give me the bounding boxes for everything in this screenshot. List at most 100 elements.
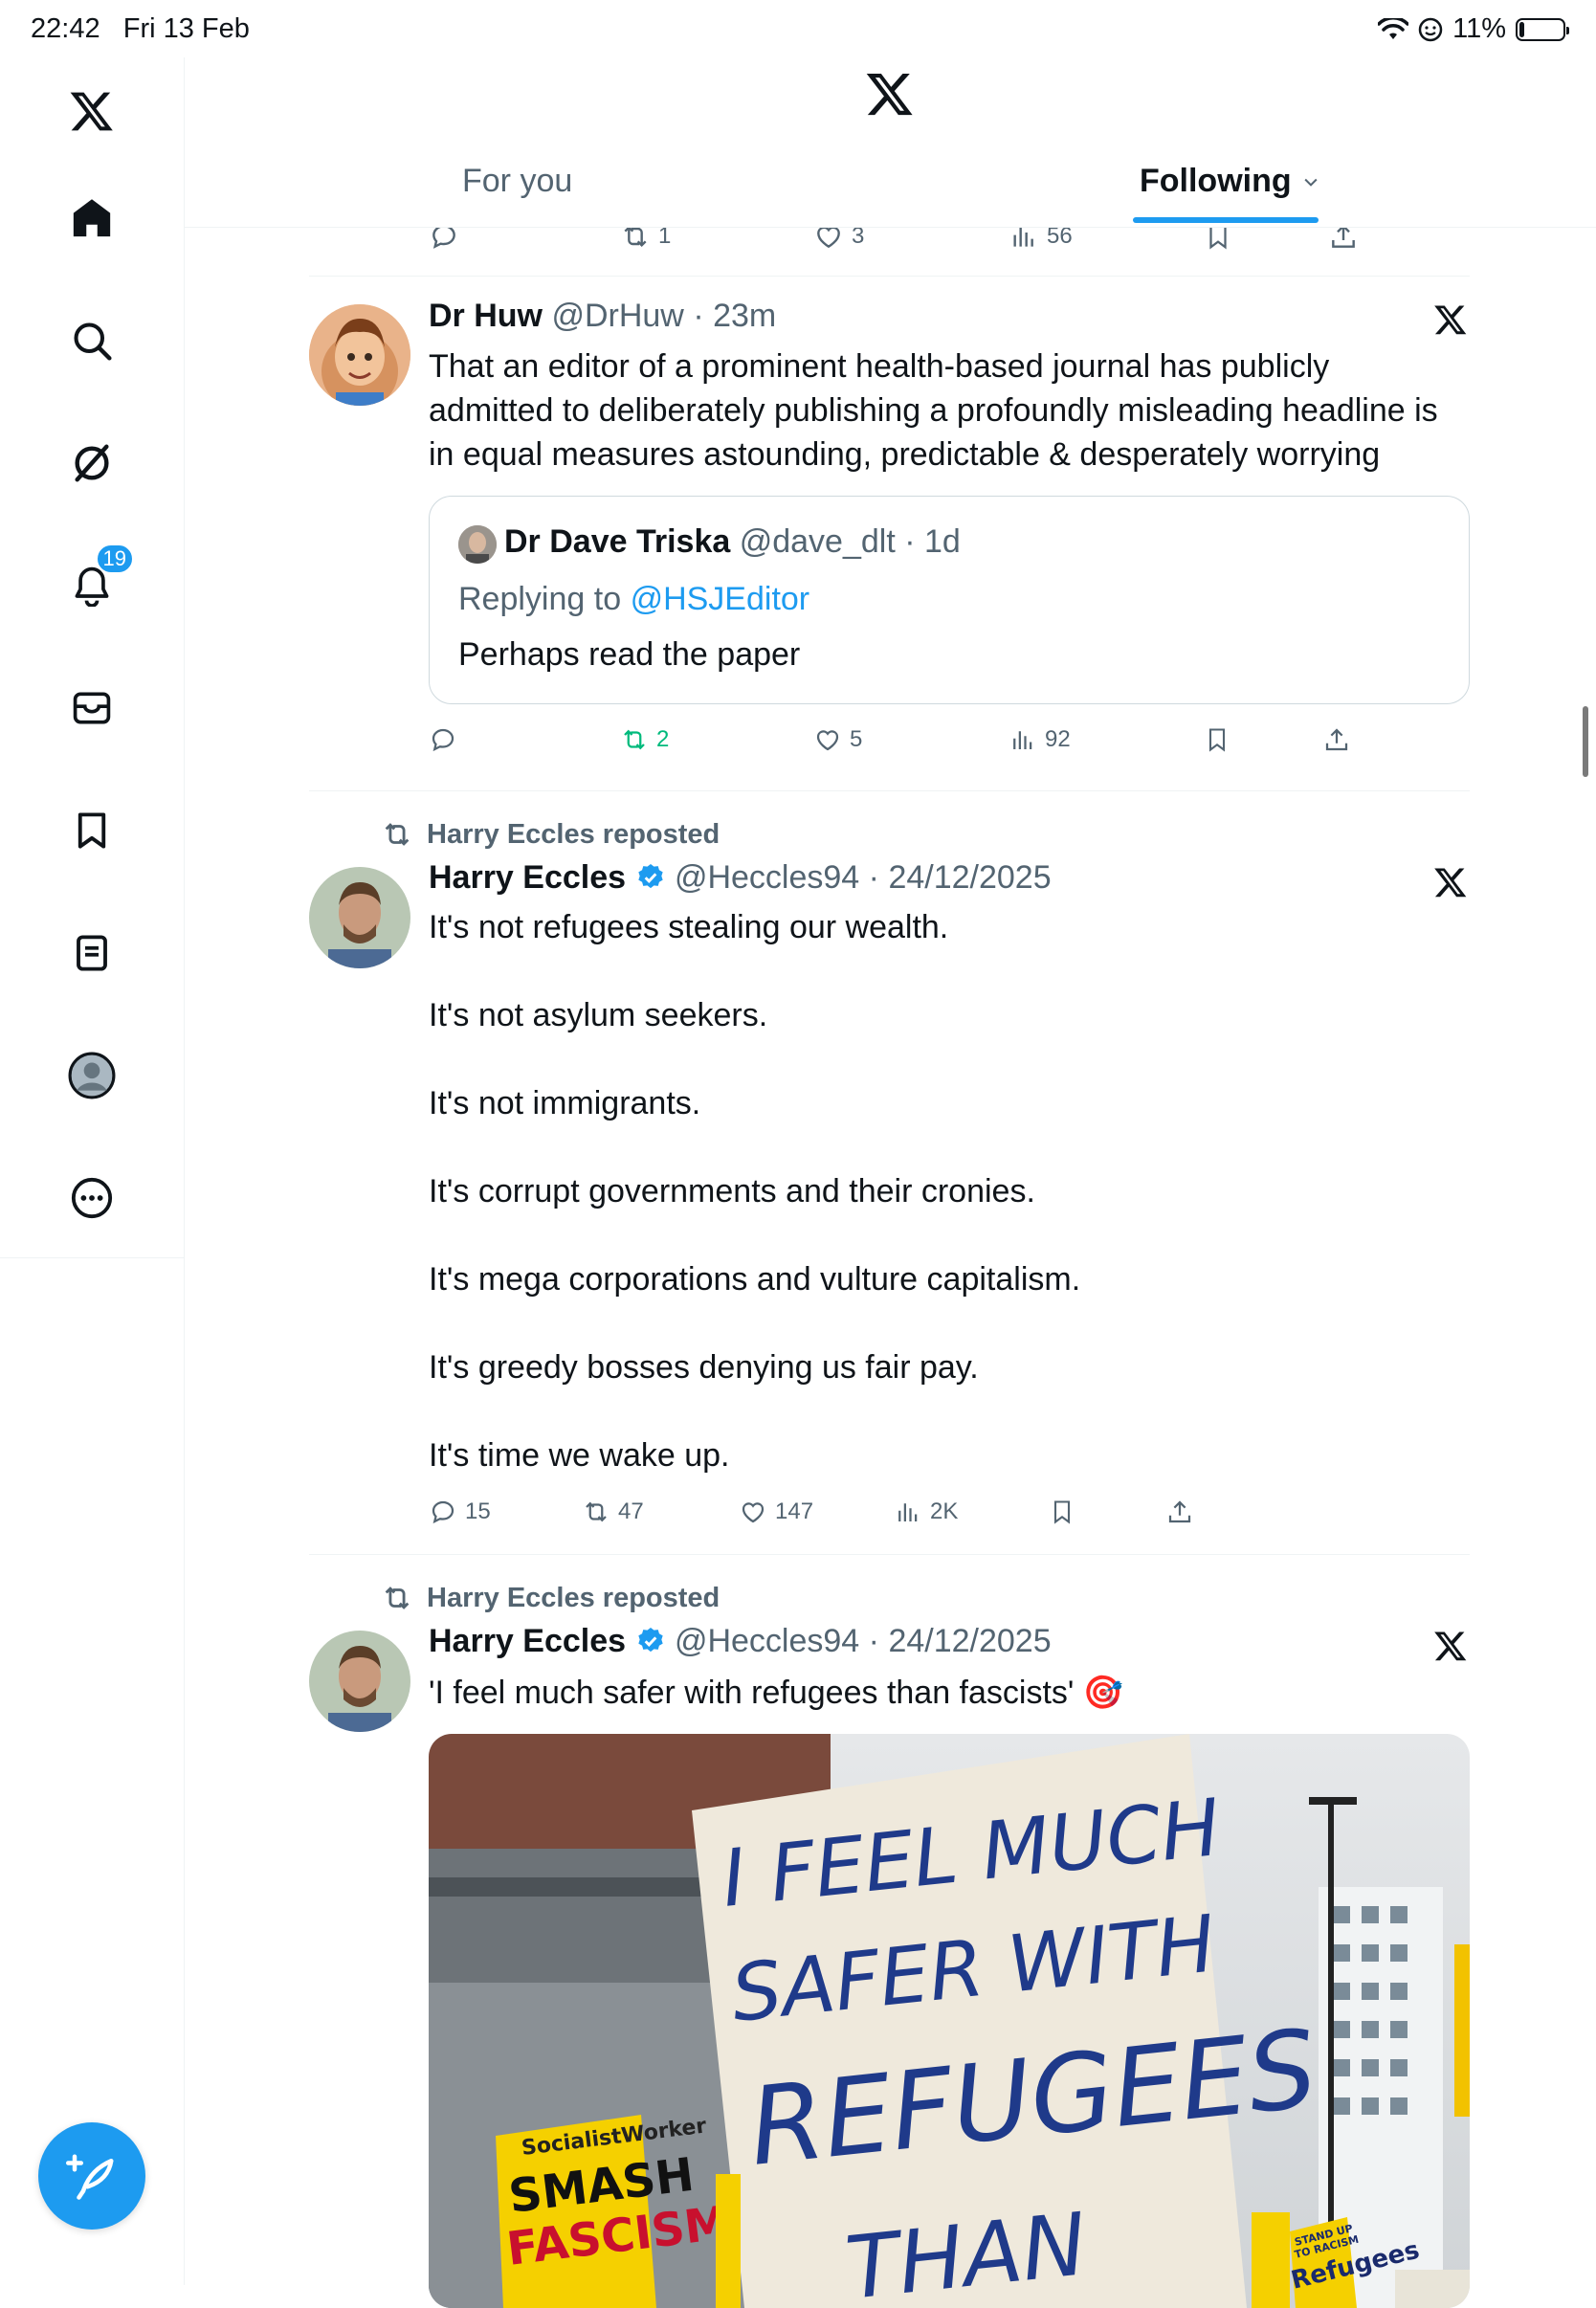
tweet-text: 'I feel much safer with refugees than fa… [429, 1671, 1481, 1715]
author-name[interactable]: Harry Eccles [429, 859, 626, 896]
replying-prefix: Replying to [458, 581, 622, 617]
sidebar-item-explore[interactable] [61, 310, 122, 371]
like-count: 147 [775, 1498, 814, 1524]
sidebar-item-notifications[interactable]: 19 [61, 544, 134, 616]
quoted-replying: Replying to @HSJEditor [458, 581, 809, 618]
bookmark-button[interactable] [1049, 1498, 1075, 1525]
sidebar-item-profile[interactable] [61, 1045, 122, 1106]
tweet-text-line: admitted to deliberately publishing a pr… [429, 392, 1438, 429]
top-header: For you Following [185, 57, 1596, 228]
tab-for-you[interactable]: For you [462, 163, 572, 200]
replying-to-link[interactable]: @HSJEditor [631, 581, 810, 617]
chevron-down-icon [1304, 178, 1318, 187]
focus-face-icon [1418, 17, 1443, 41]
tweet-paragraph: It's time we wake up. [429, 1437, 730, 1474]
quoted-tweet[interactable]: Dr Dave Triska @dave_dlt · 1d Replying t… [429, 496, 1470, 704]
views-button[interactable]: 2K [894, 1498, 958, 1526]
bookmark-icon [78, 812, 106, 849]
repost-icon [385, 823, 410, 846]
reply-icon [432, 728, 454, 752]
repost-button[interactable]: 47 [582, 1498, 644, 1526]
sidebar-item-bookmarks[interactable] [61, 800, 122, 861]
tweet-text-content: 'I feel much safer with refugees than fa… [429, 1675, 1075, 1711]
sidebar-divider [0, 1257, 184, 1258]
share-icon [1168, 1500, 1191, 1523]
tweet-paragraph: It's not refugees stealing our wealth. [429, 909, 949, 945]
sidebar-item-grok[interactable] [61, 433, 122, 494]
tweet-text-line: That an editor of a prominent health-bas… [429, 348, 1330, 385]
views-icon [1013, 731, 1032, 749]
search-icon [74, 322, 112, 361]
quoted-author-handle: @dave_dlt [739, 523, 896, 560]
verified-badge-icon [637, 864, 663, 889]
compose-post-button[interactable] [38, 2122, 145, 2230]
like-button[interactable]: 5 [813, 725, 862, 754]
tweet-paragraph: It's not immigrants. [429, 1085, 701, 1121]
quoted-text: Perhaps read the paper [458, 636, 801, 673]
tweet-time[interactable]: 23m [713, 298, 776, 334]
reply-count: 15 [465, 1498, 491, 1524]
sidebar: 19 [0, 57, 185, 2285]
heart-icon [816, 730, 839, 751]
x-logo-icon [70, 92, 113, 131]
views-button[interactable]: 92 [1009, 725, 1071, 754]
tweet-time[interactable]: 24/12/2025 [888, 859, 1051, 896]
active-tab-indicator [1133, 217, 1319, 223]
compose-feather-icon [66, 2154, 114, 2200]
x-logo[interactable] [61, 80, 122, 142]
bookmark-icon [1208, 728, 1226, 752]
avatar-harry-eccles[interactable] [309, 1631, 410, 1732]
tweet-header: Harry Eccles @Heccles94 · 24/12/2025 [429, 1623, 1052, 1659]
avatar-dr-huw[interactable] [309, 304, 410, 406]
author-name[interactable]: Harry Eccles [429, 1623, 626, 1659]
battery-icon [1516, 17, 1569, 41]
sidebar-item-lists[interactable] [61, 922, 122, 984]
repost-label[interactable]: Harry Eccles reposted [381, 818, 720, 851]
views-icon [898, 1503, 918, 1521]
author-handle[interactable]: @Heccles94 [675, 859, 859, 896]
tweet-actions: 15 47 147 2K [429, 1495, 1481, 1529]
avatar-illustration [309, 304, 410, 406]
x-grok-icon[interactable] [1433, 302, 1468, 337]
quoted-time: 1d [924, 523, 961, 560]
like-button[interactable]: 147 [739, 1498, 813, 1526]
bookmark-button[interactable] [1204, 726, 1230, 753]
tweet-divider [309, 1554, 1470, 1555]
tweet-text: It's not refugees stealing our wealth. I… [429, 905, 1481, 1477]
x-logo-header-icon [866, 73, 913, 116]
tweet-image[interactable]: I FEEL MUCH SAFER WITH REFUGEES THAN Soc… [429, 1734, 1470, 2308]
share-icon [1325, 728, 1348, 751]
repost-label-text: Harry Eccles reposted [427, 818, 720, 850]
profile-icon [68, 1052, 116, 1099]
battery-percent: 11% [1452, 13, 1506, 44]
tweet-time[interactable]: 24/12/2025 [888, 1623, 1051, 1659]
lists-icon [77, 935, 107, 971]
reply-button[interactable]: 15 [429, 1498, 491, 1526]
tab-following[interactable]: Following [1140, 163, 1320, 200]
repost-icon [586, 1501, 607, 1522]
avatar-harry-eccles[interactable] [309, 867, 410, 968]
repost-label[interactable]: Harry Eccles reposted [381, 1582, 720, 1614]
scrollbar-thumb[interactable] [1583, 706, 1588, 777]
x-grok-icon[interactable] [1433, 1629, 1468, 1663]
like-count: 5 [850, 726, 863, 752]
sidebar-item-home[interactable] [61, 188, 122, 249]
wifi-icon [1378, 17, 1409, 39]
author-handle[interactable]: @DrHuw [551, 298, 683, 334]
sidebar-item-messages[interactable] [61, 677, 122, 739]
x-grok-icon[interactable] [1433, 865, 1468, 899]
share-button[interactable] [1322, 725, 1351, 754]
heart-icon [742, 1502, 765, 1523]
repost-button[interactable]: 2 [620, 725, 669, 754]
status-time-date: 22:42 Fri 13 Feb [31, 13, 250, 44]
quoted-avatar [458, 525, 497, 564]
quoted-author-name: Dr Dave Triska [504, 523, 731, 560]
repost-icon [385, 1587, 410, 1609]
views-count: 2K [930, 1498, 959, 1524]
sidebar-item-more[interactable] [61, 1167, 122, 1229]
reply-button[interactable] [429, 725, 457, 754]
share-button[interactable] [1165, 1498, 1194, 1526]
author-name[interactable]: Dr Huw [429, 298, 543, 334]
status-bar: 22:42 Fri 13 Feb 11% [0, 0, 1596, 57]
author-handle[interactable]: @Heccles94 [675, 1623, 859, 1659]
